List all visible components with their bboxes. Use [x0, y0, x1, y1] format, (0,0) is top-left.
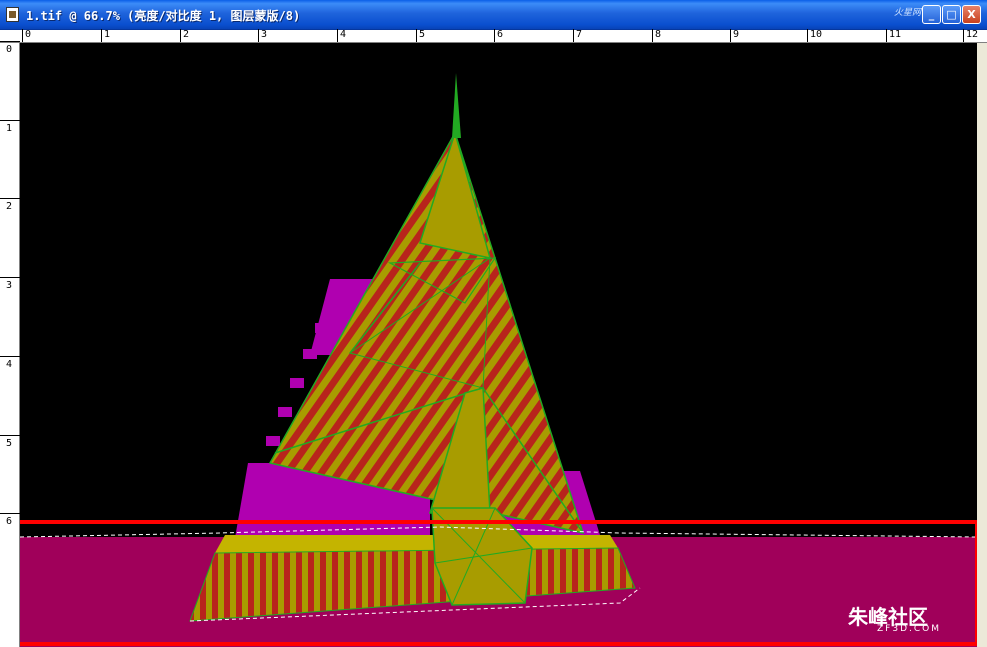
close-button[interactable]: X — [962, 5, 981, 24]
ruler-h-label: 4 — [336, 29, 347, 42]
pyramid-render — [20, 73, 977, 647]
ruler-v-label: 3 — [0, 277, 21, 291]
window-title: 1.tif @ 66.7% (亮度/对比度 1, 图层蒙版/8) — [26, 9, 301, 23]
ruler-v-label: 1 — [0, 120, 21, 134]
vertical-ruler[interactable]: 0 1 2 3 4 5 6 — [0, 41, 21, 647]
document-icon — [6, 7, 19, 22]
horizontal-ruler[interactable]: 0 1 2 3 4 5 6 7 8 9 10 11 12 — [0, 29, 987, 43]
ruler-h-label: 5 — [415, 29, 426, 42]
ruler-v-label: 0 — [0, 41, 21, 55]
ruler-h-label: 7 — [572, 29, 583, 42]
ruler-v-label: 2 — [0, 198, 21, 212]
ruler-h-label: 12 — [962, 29, 979, 42]
ruler-h-label: 2 — [179, 29, 190, 42]
ruler-h-label: 11 — [885, 29, 902, 42]
minimize-button[interactable]: _ — [922, 5, 941, 24]
ruler-h-label: 8 — [651, 29, 662, 42]
window-title-bar[interactable]: 1.tif @ 66.7% (亮度/对比度 1, 图层蒙版/8) 火星网 _ □… — [0, 0, 987, 30]
maximize-button[interactable]: □ — [942, 5, 961, 24]
site-watermark: ZF3D.COM — [877, 624, 941, 634]
ruler-h-label: 9 — [729, 29, 740, 42]
vertical-scrollbar[interactable] — [977, 43, 987, 647]
ruler-h-label: 3 — [257, 29, 268, 42]
ruler-v-label: 6 — [0, 513, 21, 527]
image-canvas[interactable] — [20, 43, 977, 647]
ruler-h-label: 1 — [100, 29, 111, 42]
ruler-h-label: 0 — [21, 29, 32, 42]
ruler-v-label: 5 — [0, 435, 21, 449]
ruler-v-label: 4 — [0, 356, 21, 370]
ruler-h-label: 6 — [493, 29, 504, 42]
ruler-h-label: 10 — [806, 29, 823, 42]
